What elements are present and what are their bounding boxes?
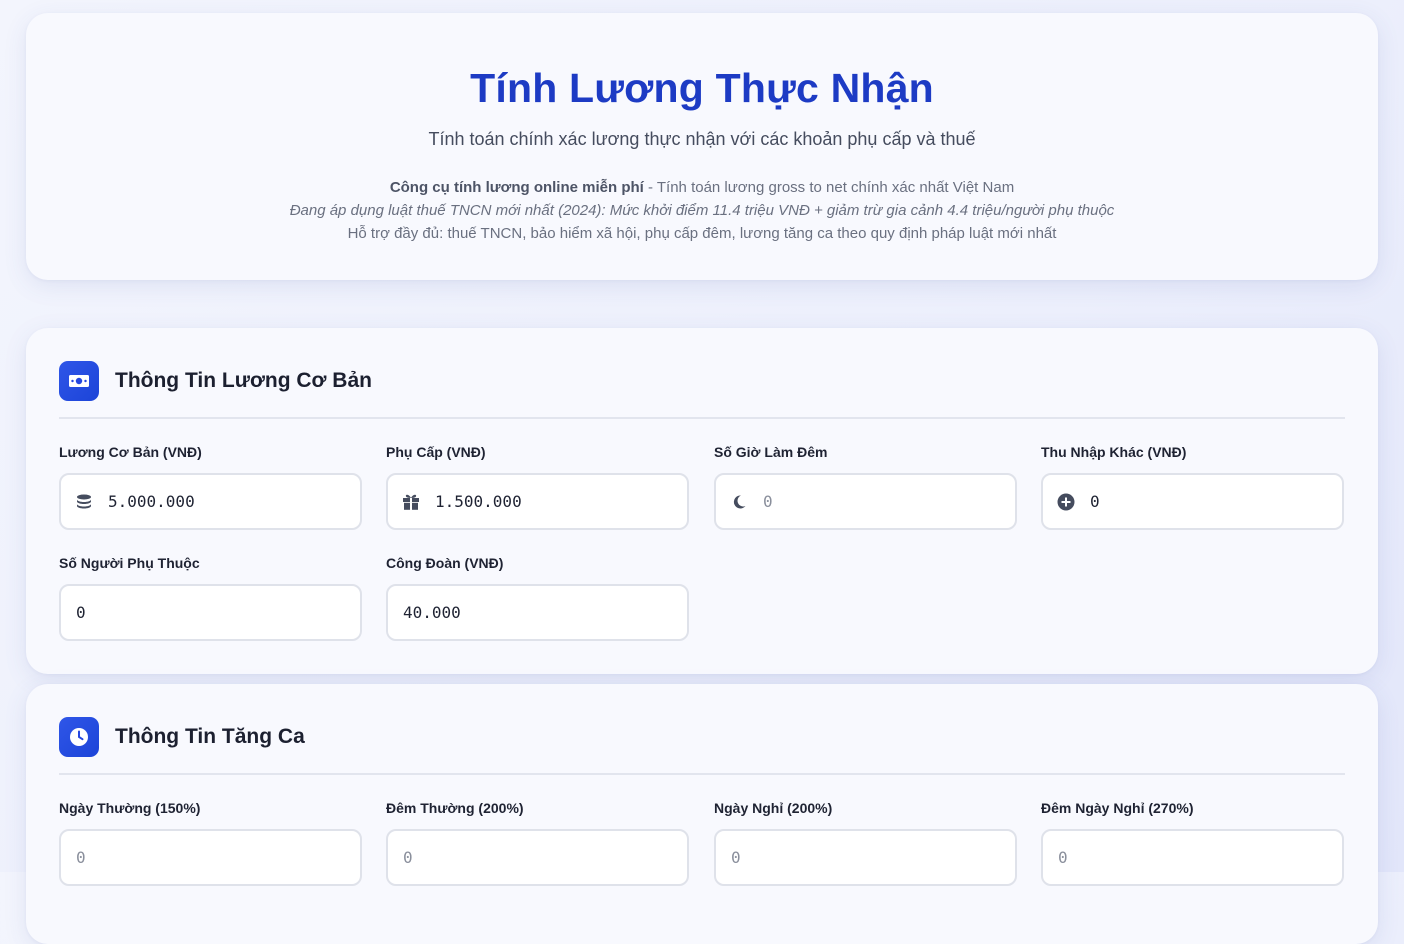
ot-dayoff-input-box[interactable] xyxy=(714,829,1017,886)
dependents-input[interactable] xyxy=(76,603,316,622)
basic-salary-section: Thông Tin Lương Cơ Bản Lương Cơ Bản (VNĐ… xyxy=(26,328,1378,674)
other-income-label: Thu Nhập Khác (VNĐ) xyxy=(1041,444,1187,460)
union-fee-input-box[interactable] xyxy=(386,584,689,641)
ot-dayoff-night-field: Đêm Ngày Nghỉ (270%) xyxy=(1041,800,1344,886)
union-fee-label: Công Đoàn (VNĐ) xyxy=(386,555,504,571)
allowance-label: Phụ Cấp (VNĐ) xyxy=(386,444,486,460)
base-salary-field: Lương Cơ Bản (VNĐ) xyxy=(59,444,362,530)
dependents-label: Số Người Phụ Thuộc xyxy=(59,555,200,571)
hero-description-line-3: Hỗ trợ đầy đủ: thuế TNCN, bảo hiểm xã hộ… xyxy=(347,225,1057,242)
ot-dayoff-label: Ngày Nghỉ (200%) xyxy=(714,800,833,816)
basic-salary-title: Thông Tin Lương Cơ Bản xyxy=(115,369,372,392)
allowance-field: Phụ Cấp (VNĐ) xyxy=(386,444,689,530)
base-salary-input[interactable] xyxy=(108,492,348,511)
ot-weeknight-label: Đêm Thường (200%) xyxy=(386,800,524,816)
money-icon xyxy=(59,361,99,401)
other-income-input[interactable] xyxy=(1090,492,1330,511)
moon-icon xyxy=(730,493,748,511)
section-divider xyxy=(59,773,1345,775)
hero-card: Tính Lương Thực Nhận Tính toán chính xác… xyxy=(26,13,1378,280)
ot-weeknight-input-box[interactable] xyxy=(386,829,689,886)
union-fee-field: Công Đoàn (VNĐ) xyxy=(386,555,689,641)
plus-circle-icon xyxy=(1057,493,1075,511)
ot-dayoff-field: Ngày Nghỉ (200%) xyxy=(714,800,1017,886)
dependents-field: Số Người Phụ Thuộc xyxy=(59,555,362,641)
ot-weeknight-field: Đêm Thường (200%) xyxy=(386,800,689,886)
allowance-input[interactable] xyxy=(435,492,675,511)
base-salary-label: Lương Cơ Bản (VNĐ) xyxy=(59,444,202,460)
overtime-header: Thông Tin Tăng Ca xyxy=(59,717,305,757)
coins-icon xyxy=(75,493,93,511)
hero-description-line-1: Công cụ tính lương online miễn phí - Tín… xyxy=(26,179,1378,196)
overtime-section: Thông Tin Tăng Ca Ngày Thường (150%) Đêm… xyxy=(26,684,1378,944)
clock-icon xyxy=(59,717,99,757)
hero-description-rest: - Tính toán lương gross to net chính xác… xyxy=(643,179,1015,196)
overtime-title: Thông Tin Tăng Ca xyxy=(115,725,305,748)
other-income-field: Thu Nhập Khác (VNĐ) xyxy=(1041,444,1344,530)
ot-dayoff-night-input-box[interactable] xyxy=(1041,829,1344,886)
ot-weekday-input[interactable] xyxy=(76,848,316,867)
gift-icon xyxy=(402,493,420,511)
night-hours-input[interactable] xyxy=(763,492,1003,511)
basic-salary-header: Thông Tin Lương Cơ Bản xyxy=(59,361,372,401)
ot-dayoff-input[interactable] xyxy=(731,848,971,867)
night-hours-input-box[interactable] xyxy=(714,473,1017,530)
section-divider xyxy=(59,417,1345,419)
hero-description-bold: Công cụ tính lương online miễn phí xyxy=(389,179,644,196)
dependents-input-box[interactable] xyxy=(59,584,362,641)
ot-weekday-field: Ngày Thường (150%) xyxy=(59,800,362,886)
ot-weekday-label: Ngày Thường (150%) xyxy=(59,800,201,816)
allowance-input-box[interactable] xyxy=(386,473,689,530)
ot-weekday-input-box[interactable] xyxy=(59,829,362,886)
hero-description-line-2: Đang áp dụng luật thuế TNCN mới nhất (20… xyxy=(289,202,1115,219)
night-hours-field: Số Giờ Làm Đêm xyxy=(714,444,1017,530)
ot-weeknight-input[interactable] xyxy=(403,848,643,867)
page-title: Tính Lương Thực Nhận xyxy=(470,65,934,111)
night-hours-label: Số Giờ Làm Đêm xyxy=(714,444,828,460)
other-income-input-box[interactable] xyxy=(1041,473,1344,530)
ot-dayoff-night-input[interactable] xyxy=(1058,848,1298,867)
page-subtitle: Tính toán chính xác lương thực nhận với … xyxy=(428,129,976,149)
ot-dayoff-night-label: Đêm Ngày Nghỉ (270%) xyxy=(1041,800,1194,816)
base-salary-input-box[interactable] xyxy=(59,473,362,530)
union-fee-input[interactable] xyxy=(403,603,643,622)
